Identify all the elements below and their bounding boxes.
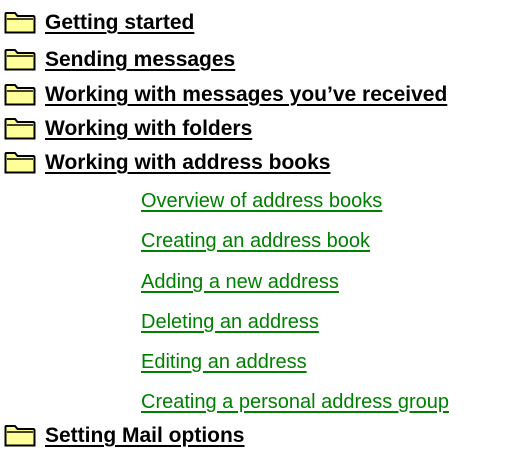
link-deleting-an-address[interactable]: Deleting an address [141, 310, 319, 334]
topic-label[interactable]: Working with messages you’ve received [45, 83, 447, 107]
topic-label[interactable]: Working with address books [45, 151, 331, 175]
folder-icon [4, 49, 36, 71]
link-creating-a-personal-address-group[interactable]: Creating a personal address group [141, 390, 449, 414]
link-editing-an-address[interactable]: Editing an address [141, 350, 307, 374]
topic-label[interactable]: Getting started [45, 11, 194, 35]
link-adding-a-new-address[interactable]: Adding a new address [141, 270, 339, 294]
topic-setting-mail-options[interactable]: Setting Mail options [4, 421, 245, 451]
topic-label[interactable]: Working with folders [45, 117, 252, 141]
folder-icon [4, 84, 36, 106]
folder-icon [4, 118, 36, 140]
topic-getting-started[interactable]: Getting started [4, 8, 194, 38]
link-creating-an-address-book[interactable]: Creating an address book [141, 229, 370, 253]
topic-working-with-folders[interactable]: Working with folders [4, 114, 252, 144]
link-overview-of-address-books[interactable]: Overview of address books [141, 189, 382, 213]
folder-icon [4, 152, 36, 174]
topic-label[interactable]: Sending messages [45, 48, 235, 72]
topic-working-with-address-books[interactable]: Working with address books [4, 148, 331, 178]
topic-working-with-messages[interactable]: Working with messages you’ve received [4, 80, 447, 110]
folder-icon [4, 425, 36, 447]
folder-icon [4, 12, 36, 34]
topic-label[interactable]: Setting Mail options [45, 424, 245, 448]
topic-sending-messages[interactable]: Sending messages [4, 45, 235, 75]
